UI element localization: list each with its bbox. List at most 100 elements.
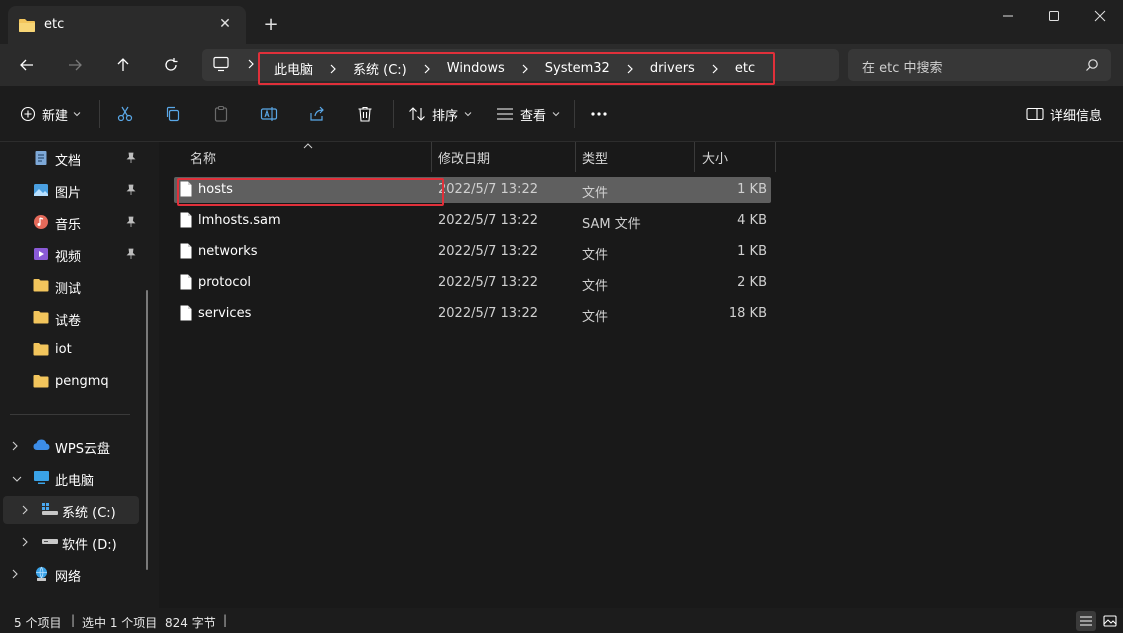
forward-button[interactable] [58,49,92,81]
column-header-name[interactable]: 名称 [190,142,216,172]
file-type: 文件 [582,279,609,294]
pin-icon[interactable] [125,216,137,232]
tab-etc[interactable]: etc ✕ [8,6,246,44]
sidebar-item-exam[interactable]: 试卷 [0,304,146,332]
sidebar-item-wps-cloud[interactable]: WPS云盘 [0,432,146,460]
search-icon [1085,58,1099,76]
copy-button[interactable] [164,103,182,125]
sidebar-item-drive-c[interactable]: 系统 (C:) [3,496,139,524]
close-tab-button[interactable]: ✕ [212,11,238,37]
sidebar-item-network[interactable]: 网络 [0,560,146,588]
file-list: 名称 修改日期 类型 大小 hosts 2022/5/7 13:22 文件 1 … [159,142,1123,608]
minimize-button[interactable] [985,0,1031,32]
file-row-networks[interactable]: networks 2022/5/7 13:22 文件 1 KB [174,239,771,265]
back-button[interactable] [10,49,44,81]
column-divider[interactable] [694,142,695,172]
chevron-right-icon[interactable] [11,440,19,456]
file-size: 1 KB [737,182,767,197]
divider [393,100,394,128]
new-tab-button[interactable]: + [258,11,284,37]
folder-icon [33,342,49,360]
file-icon [180,243,192,263]
maximize-button[interactable] [1031,0,1077,32]
sidebar-item-iot[interactable]: iot [0,336,146,364]
breadcrumb-drivers[interactable]: drivers [650,61,695,76]
address-bar[interactable]: 此电脑 系统 (C:) Windows System32 drivers etc [202,49,839,85]
chevron-down-icon [552,112,560,117]
pin-icon[interactable] [125,184,137,200]
chevron-right-icon[interactable] [521,63,529,75]
column-divider[interactable] [775,142,776,172]
share-button[interactable] [308,103,326,125]
file-modified: 2022/5/7 13:22 [438,275,538,290]
sidebar-item-drive-d[interactable]: 软件 (D:) [0,528,146,556]
file-row-services[interactable]: services 2022/5/7 13:22 文件 18 KB [174,301,771,327]
chevron-down-icon [73,112,81,117]
chevron-right-icon[interactable] [711,63,719,75]
divider [99,100,100,128]
status-divider: | [223,613,228,627]
tab-title: etc [44,17,65,32]
breadcrumb-windows[interactable]: Windows [447,61,505,76]
status-item-count: 5 个项目 [14,616,62,630]
details-view-button[interactable] [1076,611,1096,631]
rename-button[interactable] [260,103,278,125]
status-divider: | [71,613,76,627]
refresh-button[interactable] [154,49,188,81]
column-header-size[interactable]: 大小 [702,142,728,172]
file-row-protocol[interactable]: protocol 2022/5/7 13:22 文件 2 KB [174,270,771,296]
up-button[interactable] [106,49,140,81]
file-modified: 2022/5/7 13:22 [438,182,538,197]
sidebar-item-test[interactable]: 测试 [0,272,146,300]
cloud-icon [33,438,50,456]
sidebar-item-label: 视频 [55,250,82,265]
file-type: SAM 文件 [582,217,641,232]
sidebar-item-this-pc[interactable]: 此电脑 [0,464,146,492]
thumbnail-view-button[interactable] [1100,611,1120,631]
sidebar-item-music[interactable]: 音乐 [0,208,146,236]
file-modified: 2022/5/7 13:22 [438,244,538,259]
breadcrumb-this-pc[interactable]: 此电脑 [274,59,313,78]
column-header-modified[interactable]: 修改日期 [438,142,490,172]
search-input[interactable]: 在 etc 中搜索 [848,49,1111,81]
chevron-down-icon[interactable] [11,472,23,487]
view-button[interactable]: 查看 [496,103,560,125]
refresh-icon [165,58,178,71]
status-selection: 选中 1 个项目 [82,616,158,630]
divider [10,414,130,415]
chevron-right-icon[interactable] [423,63,431,75]
column-header-type[interactable]: 类型 [582,142,608,172]
chevron-right-icon[interactable] [21,536,29,552]
document-icon [33,150,49,170]
sidebar-item-label: 试卷 [55,314,82,329]
delete-button[interactable] [356,103,374,125]
paste-button[interactable] [212,103,230,125]
breadcrumb-drive-c[interactable]: 系统 (C:) [353,59,407,78]
sidebar-item-pengmq[interactable]: pengmq [0,368,146,396]
details-pane-button[interactable]: 详细信息 [1026,103,1102,125]
sort-button[interactable]: 排序 [408,103,472,125]
chevron-right-icon[interactable] [626,63,634,75]
close-window-button[interactable] [1077,0,1123,32]
file-row-lmhosts[interactable]: lmhosts.sam 2022/5/7 13:22 SAM 文件 4 KB [174,208,771,234]
new-button[interactable]: 新建 [20,103,81,125]
sidebar-scrollbar[interactable] [146,290,148,570]
more-options-button[interactable] [590,103,608,125]
pin-icon[interactable] [125,248,137,264]
pin-icon[interactable] [125,152,137,168]
sidebar-item-pictures[interactable]: 图片 [0,176,146,204]
column-divider[interactable] [431,142,432,172]
clipboard-icon [214,105,228,122]
cut-button[interactable] [116,103,134,125]
breadcrumb-etc[interactable]: etc [735,61,755,76]
file-icon [180,212,192,232]
sidebar-item-documents[interactable]: 文档 [0,144,146,172]
sidebar-item-label: 测试 [55,282,82,297]
sidebar-item-videos[interactable]: 视频 [0,240,146,268]
breadcrumb-system32[interactable]: System32 [545,61,610,76]
file-icon [180,305,192,325]
chevron-right-icon[interactable] [21,504,29,520]
chevron-right-icon[interactable] [329,63,337,75]
column-divider[interactable] [575,142,576,172]
chevron-right-icon[interactable] [11,568,19,584]
